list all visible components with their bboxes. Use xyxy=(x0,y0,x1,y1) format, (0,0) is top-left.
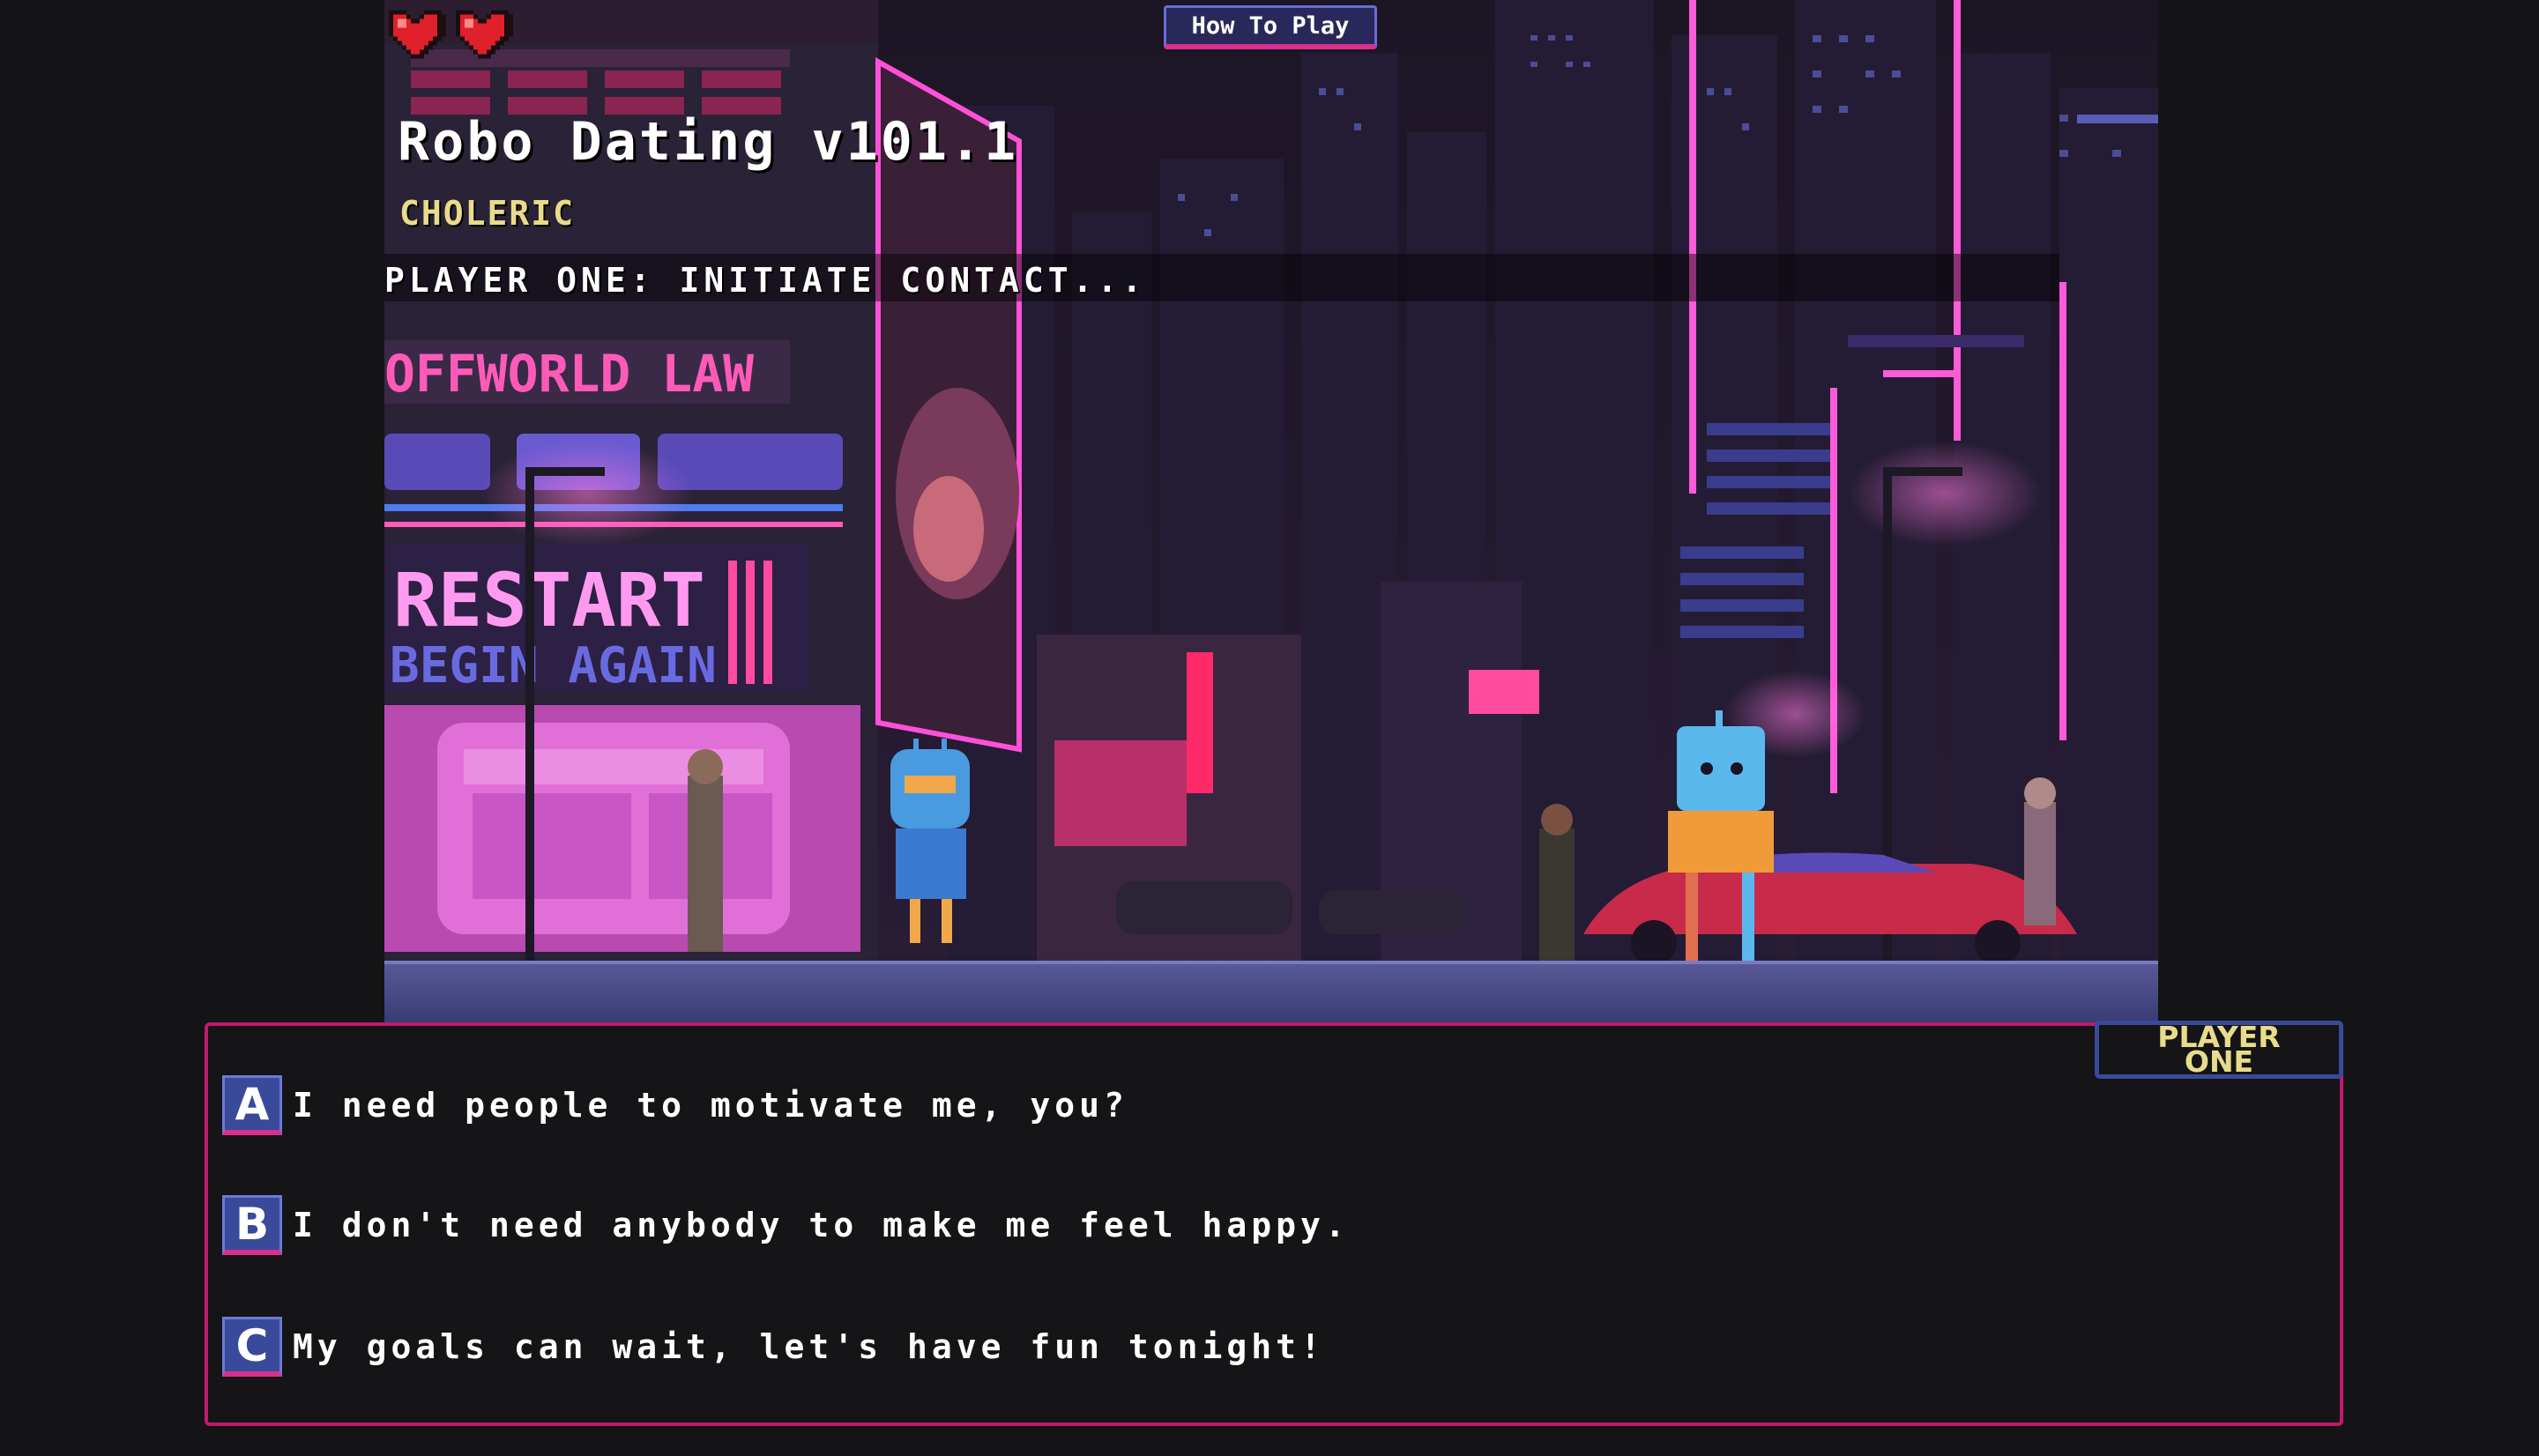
game-viewport: OFFWORLD LAW RESTART BEGIN AGAIN How To … xyxy=(384,0,2158,1022)
choice-text: I don't need anybody to make me feel hap… xyxy=(293,1206,1350,1244)
status-message: PLAYER ONE: INITIATE CONTACT... xyxy=(384,261,1147,300)
sidewalk xyxy=(384,961,2158,1022)
choice-key-badge: A xyxy=(222,1075,282,1135)
how-to-play-button[interactable]: How To Play xyxy=(1164,5,1377,49)
lives-hearts xyxy=(384,5,513,63)
heart-icon xyxy=(451,5,513,63)
game-title: Robo Dating v101.1 xyxy=(398,111,1019,173)
choice-text: My goals can wait, let's have fun tonigh… xyxy=(293,1327,1325,1366)
choice-text: I need people to motivate me, you? xyxy=(293,1086,1128,1125)
choice-c[interactable]: C My goals can wait, let's have fun toni… xyxy=(222,1317,1325,1377)
choice-a[interactable]: A I need people to motivate me, you? xyxy=(222,1075,1128,1135)
choice-key-badge: C xyxy=(222,1317,282,1377)
speaker-name: PLAYER ONE xyxy=(2157,1020,2281,1079)
offworld-sign: OFFWORLD LAW xyxy=(384,344,754,404)
heart-icon xyxy=(384,5,446,63)
speaker-label: PLAYER ONE xyxy=(2095,1021,2343,1079)
begin-again-sign: BEGIN AGAIN xyxy=(390,637,717,695)
choice-key-badge: B xyxy=(222,1195,282,1255)
personality-label: CHOLERIC xyxy=(399,194,576,233)
dialog-box: A I need people to motivate me, you? B I… xyxy=(205,1022,2343,1426)
restart-sign: RESTART xyxy=(393,557,705,643)
choice-b[interactable]: B I don't need anybody to make me feel h… xyxy=(222,1195,1350,1255)
